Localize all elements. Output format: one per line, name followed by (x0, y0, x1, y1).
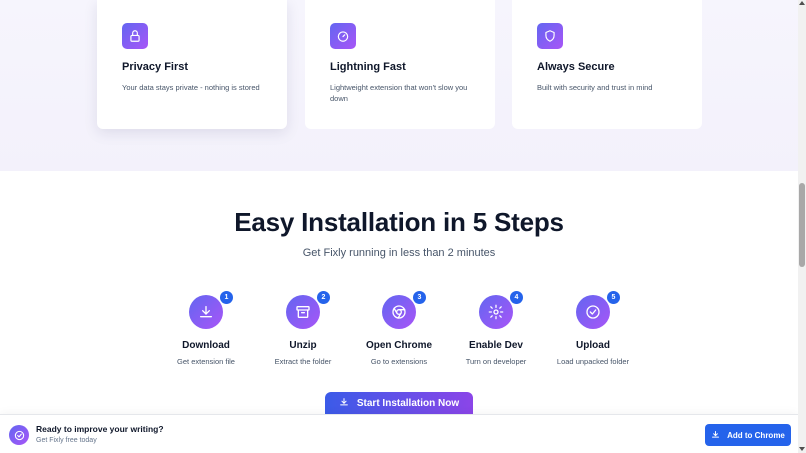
step-number-badge: 4 (510, 291, 523, 304)
start-installation-button[interactable]: Start Installation Now (325, 392, 473, 414)
feature-card-privacy: Privacy First Your data stays private - … (97, 0, 287, 129)
step-number-badge: 5 (607, 291, 620, 304)
page-scrollbar[interactable] (798, 0, 806, 453)
shield-icon (537, 23, 563, 49)
step-enable-dev: 4 Enable Dev Turn on developer (441, 291, 551, 366)
step-name: Download (182, 340, 230, 351)
step-name: Open Chrome (365, 340, 433, 351)
chrome-icon (382, 295, 416, 329)
step-name: Upload (576, 340, 610, 351)
feature-card-security: Always Secure Built with security and tr… (512, 0, 702, 129)
start-installation-label: Start Installation Now (356, 397, 460, 409)
step-number-badge: 1 (220, 291, 233, 304)
feature-title: Always Secure (537, 61, 615, 73)
scroll-down-arrow-icon[interactable] (799, 447, 805, 451)
gear-icon (479, 295, 513, 329)
installation-title: Easy Installation in 5 Steps (234, 207, 564, 237)
feature-description: Your data stays private - nothing is sto… (122, 83, 260, 92)
feature-title: Privacy First (122, 61, 189, 73)
step-name: Enable Dev (469, 340, 523, 351)
features-section: Privacy First Your data stays private - … (0, 0, 798, 171)
step-name: Unzip (289, 340, 317, 351)
installation-subtitle: Get Fixly running in less than 2 minutes (302, 247, 496, 259)
speedometer-icon (330, 23, 356, 49)
step-description: Turn on developer (465, 357, 527, 366)
bar-title: Ready to improve your writing? (36, 424, 164, 434)
archive-icon (286, 295, 320, 329)
step-number-badge: 2 (317, 291, 330, 304)
step-open-chrome: 3 Open Chrome Go to extensions (344, 291, 454, 366)
scroll-up-arrow-icon[interactable] (799, 1, 805, 5)
feature-card-speed: Lightning Fast Lightweight extension tha… (305, 0, 495, 129)
check-circle-icon (576, 295, 610, 329)
add-to-chrome-button[interactable]: Add to Chrome (705, 424, 791, 446)
step-upload: 5 Upload Load unpacked folder (538, 291, 648, 366)
feature-description: Lightweight extension that won't slow yo… (330, 83, 468, 103)
step-description: Get extension file (177, 357, 235, 366)
feature-title: Lightning Fast (330, 61, 406, 73)
download-icon (339, 397, 349, 410)
download-icon (711, 430, 720, 441)
step-number-badge: 3 (413, 291, 426, 304)
step-download: 1 Download Get extension file (151, 291, 261, 366)
lock-icon (122, 23, 148, 49)
feature-description: Built with security and trust in mind (537, 83, 653, 92)
step-unzip: 2 Unzip Extract the folder (248, 291, 358, 366)
add-to-chrome-label: Add to Chrome (727, 430, 785, 440)
step-description: Extract the folder (274, 357, 332, 366)
bar-subtitle: Get Fixly free today (36, 437, 97, 444)
check-circle-icon (9, 425, 29, 445)
download-icon (189, 295, 223, 329)
sticky-bottom-bar: Ready to improve your writing? Get Fixly… (0, 414, 798, 453)
step-description: Load unpacked folder (556, 357, 630, 366)
step-description: Go to extensions (370, 357, 428, 366)
scrollbar-thumb[interactable] (799, 183, 805, 267)
